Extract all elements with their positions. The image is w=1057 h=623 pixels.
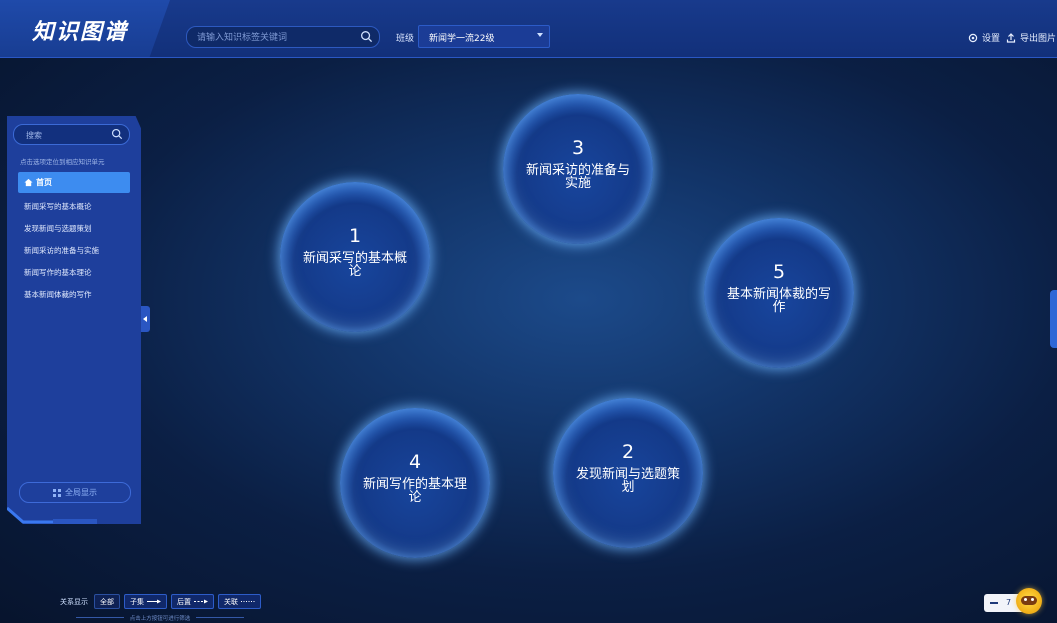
filter-child-button[interactable]: 子集 [124, 594, 167, 609]
node-number: 2 [621, 441, 635, 463]
filter-post-label: 后置 [177, 597, 191, 606]
node-label: 发现新闻与选题策划 [575, 467, 680, 495]
knowledge-node-1[interactable]: 1 新闻采写的基本概论 [280, 182, 430, 332]
zoom-value: 7 [1006, 598, 1012, 607]
node-label: 基本新闻体裁的写作 [726, 287, 831, 315]
class-select[interactable]: 新闻学一流22级 [418, 25, 550, 48]
upload-icon [1006, 32, 1016, 43]
sidebar-item-home-label: 首页 [36, 178, 52, 187]
export-image-label: 导出图片 [1020, 34, 1057, 44]
knowledge-search-input[interactable] [195, 29, 359, 47]
node-label: 新闻采写的基本概论 [302, 251, 407, 279]
legend-hint: 点击上方按钮可进行筛选 [60, 614, 260, 622]
assistant-bot-icon[interactable] [1016, 588, 1042, 614]
sidebar-item-unit-5[interactable]: 基本新闻体裁的写作 [24, 289, 92, 300]
filter-relate-button[interactable]: 关联 [218, 594, 261, 609]
relation-legend: 关系显示 全部 子集 后置 关联 [60, 594, 261, 609]
node-label: 新闻采访的准备与实施 [525, 163, 630, 191]
filter-all-button[interactable]: 全部 [94, 594, 120, 609]
sidebar-hint: 点击选项定位到相应知识单元 [20, 158, 105, 166]
knowledge-search-box [186, 26, 380, 48]
class-select-value: 新闻学一流22级 [429, 34, 495, 44]
filter-relate-label: 关联 [224, 597, 238, 606]
sidebar-item-unit-2[interactable]: 发现新闻与选题策划 [24, 223, 92, 234]
sidebar-item-home[interactable]: 首页 [18, 172, 130, 193]
sidebar-item-unit-4[interactable]: 新闻写作的基本理论 [24, 267, 92, 278]
sidebar-item-unit-1[interactable]: 新闻采写的基本概论 [24, 201, 92, 212]
sidebar-search-input[interactable] [24, 127, 113, 144]
zoom-out-icon[interactable] [990, 602, 998, 604]
class-label: 班级 [396, 34, 415, 44]
settings-label: 设置 [982, 34, 1001, 44]
knowledge-node-2[interactable]: 2 发现新闻与选题策划 [553, 398, 703, 548]
settings-button[interactable]: 设置 [968, 31, 1000, 44]
app-logo: 知识图谱 [32, 20, 129, 45]
knowledge-node-4[interactable]: 4 新闻写作的基本理论 [340, 408, 490, 558]
filter-child-label: 子集 [130, 597, 144, 606]
node-number: 1 [348, 225, 362, 247]
node-number: 3 [571, 137, 585, 159]
sidebar-item-unit-3[interactable]: 新闻采访的准备与实施 [24, 245, 99, 256]
gear-icon [968, 33, 978, 42]
search-icon[interactable] [111, 128, 123, 140]
full-view-label: 全局显示 [65, 488, 97, 497]
sidebar-search-box [13, 124, 130, 145]
solid-arrow-icon [147, 599, 161, 604]
right-panel-toggle[interactable] [1050, 290, 1057, 348]
search-icon[interactable] [360, 30, 373, 43]
node-number: 5 [772, 261, 786, 283]
grid-icon [53, 488, 61, 497]
node-label: 新闻写作的基本理论 [362, 477, 467, 505]
export-image-button[interactable]: 导出图片 [1006, 31, 1056, 44]
node-number: 4 [408, 451, 422, 473]
sidebar-corner-decoration [7, 506, 97, 524]
filter-post-button[interactable]: 后置 [171, 594, 214, 609]
chevron-down-icon [537, 33, 543, 37]
full-view-button[interactable]: 全局显示 [19, 482, 131, 503]
knowledge-node-5[interactable]: 5 基本新闻体裁的写作 [704, 218, 854, 368]
home-icon [24, 178, 33, 187]
dotted-line-icon [241, 601, 255, 602]
sidebar-collapse-toggle[interactable] [141, 306, 150, 332]
relation-legend-label: 关系显示 [60, 597, 88, 606]
knowledge-node-3[interactable]: 3 新闻采访的准备与实施 [503, 94, 653, 244]
top-header: 知识图谱 班级 新闻学一流22级 设置 导出图片 [0, 0, 1057, 58]
filter-all-label: 全部 [100, 597, 114, 606]
dashed-arrow-icon [194, 599, 208, 604]
